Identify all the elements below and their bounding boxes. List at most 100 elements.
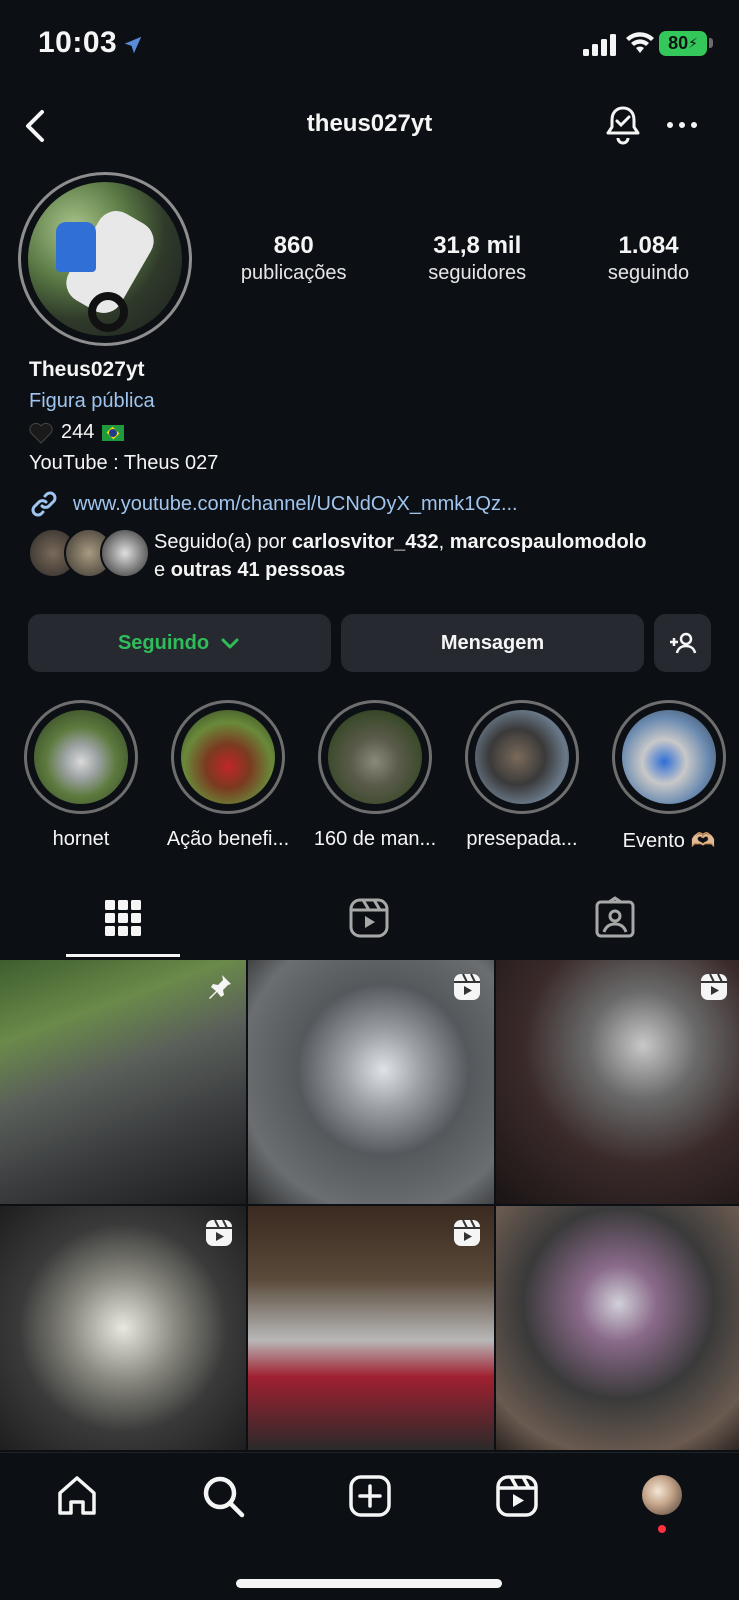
black-heart-icon: [29, 422, 53, 444]
home-icon[interactable]: [54, 1473, 100, 1519]
create-icon[interactable]: [347, 1473, 393, 1519]
profile-stats: 860 publicações 31,8 mil seguidores 1.08…: [200, 232, 730, 285]
add-person-icon: [669, 632, 696, 654]
highlight-item[interactable]: Ação benefi...: [155, 700, 301, 851]
stat-label: seguidores: [428, 262, 527, 284]
highlight-item[interactable]: presepada...: [449, 700, 595, 851]
highlight-image: [622, 710, 716, 804]
followed-by[interactable]: Seguido(a) por carlosvitor_432, marcospa…: [28, 528, 718, 588]
highlight-ring: [24, 700, 138, 814]
bio-link[interactable]: www.youtube.com/channel/UCNdOyX_mmk1Qz..…: [29, 489, 719, 519]
charging-icon: ⚡: [688, 35, 698, 51]
stat-value: 1.084: [618, 232, 679, 259]
highlight-label: hornet: [52, 828, 110, 850]
battery-level: 80: [668, 33, 689, 53]
highlight-ring: [465, 700, 579, 814]
profile-nav-avatar[interactable]: [640, 1473, 684, 1517]
mutual-user-1: carlosvitor_432: [291, 531, 439, 553]
highlight-item[interactable]: Evento 🫶🏼: [596, 700, 739, 853]
reels-nav-icon[interactable]: [494, 1473, 540, 1519]
chevron-down-icon: [221, 638, 239, 649]
post-thumbnail[interactable]: [0, 960, 246, 1204]
mutual-avatar: [100, 528, 150, 578]
highlight-image: [328, 710, 422, 804]
more-horizontal-icon[interactable]: [665, 112, 699, 138]
reels-icon[interactable]: [347, 896, 391, 940]
wifi-icon: [626, 32, 654, 53]
post-thumbnail[interactable]: [0, 1206, 246, 1450]
avatar-rider: [56, 222, 96, 272]
stat-posts[interactable]: 860 publicações: [241, 232, 347, 285]
followed-and: e: [154, 559, 171, 581]
active-tab-indicator: [66, 954, 180, 957]
highlight-label: Ação benefi...: [166, 828, 290, 850]
post-thumbnail[interactable]: [496, 960, 739, 1204]
suggest-users-button[interactable]: [654, 614, 711, 672]
grid-icon[interactable]: [101, 896, 145, 940]
location-icon: [124, 36, 142, 54]
stat-label: publicações: [240, 262, 347, 284]
highlight-image: [181, 710, 275, 804]
reel-badge-icon: [701, 973, 727, 1000]
reel-badge-icon: [454, 973, 480, 1000]
avatar-wheel: [88, 292, 128, 332]
profile-header: theus027yt: [0, 100, 739, 152]
highlight-image: [34, 710, 128, 804]
notification-dot: [658, 1525, 666, 1533]
mutual-user-2: marcospaulomodolo: [449, 531, 647, 553]
avatar-image: [28, 182, 182, 336]
stat-followers[interactable]: 31,8 mil seguidores: [428, 232, 526, 285]
highlight-label: 160 de man...: [313, 828, 437, 850]
mutual-avatars: [28, 528, 150, 580]
stat-following[interactable]: 1.084 seguindo: [608, 232, 689, 285]
profile-bio: Theus027yt Figura pública 244 YouTube : …: [29, 358, 719, 519]
home-indicator: [236, 1579, 502, 1588]
highlight-ring: [318, 700, 432, 814]
profile-tabs: [0, 880, 739, 958]
status-bar: 10:03 80 ⚡: [0, 0, 739, 90]
mutual-others: outras 41 pessoas: [170, 559, 346, 581]
link-icon: [31, 491, 57, 517]
display-name: Theus027yt: [29, 358, 145, 381]
following-button[interactable]: Seguindo: [28, 614, 331, 672]
reel-badge-icon: [206, 1219, 232, 1246]
following-label: Seguindo: [117, 631, 210, 654]
profile-avatar[interactable]: [18, 172, 192, 346]
status-time: 10:03: [38, 26, 118, 59]
reel-badge-icon: [454, 1219, 480, 1246]
message-label: Mensagem: [440, 631, 545, 654]
posts-grid: [0, 960, 739, 1450]
category-label[interactable]: Figura pública: [29, 390, 719, 413]
pin-icon: [209, 975, 231, 999]
link-text: www.youtube.com/channel/UCNdOyX_mmk1Qz..…: [73, 492, 518, 515]
battery-cap: [709, 38, 713, 48]
bio-number: 244: [61, 421, 95, 443]
highlight-item[interactable]: hornet: [8, 700, 154, 851]
stat-label: seguindo: [607, 262, 690, 284]
highlight-item[interactable]: 160 de man...: [302, 700, 448, 851]
highlight-ring: [171, 700, 285, 814]
message-button[interactable]: Mensagem: [341, 614, 644, 672]
bio-line-1: 244: [29, 421, 719, 444]
search-icon[interactable]: [200, 1473, 246, 1519]
followed-prefix: Seguido(a) por: [154, 531, 292, 553]
brazil-flag-icon: [102, 424, 125, 441]
highlight-ring: [612, 700, 726, 814]
signal-icon: [583, 34, 616, 56]
story-highlights: hornet Ação benefi... 160 de man... pres…: [0, 700, 739, 860]
bio-line-2: YouTube : Theus 027: [29, 452, 219, 474]
profile-actions: Seguindo Mensagem: [28, 614, 711, 672]
tagged-icon[interactable]: [593, 896, 637, 940]
followed-by-text: Seguido(a) por carlosvitor_432, marcospa…: [154, 528, 646, 584]
followed-separator: ,: [438, 531, 450, 553]
bell-check-icon[interactable]: [603, 104, 643, 146]
bottom-navigation: [0, 1452, 739, 1600]
battery-indicator: 80 ⚡: [659, 31, 707, 56]
highlight-image: [475, 710, 569, 804]
stat-value: 31,8 mil: [433, 232, 522, 259]
post-thumbnail[interactable]: [248, 960, 494, 1204]
stat-value: 860: [273, 232, 314, 259]
post-thumbnail[interactable]: [496, 1206, 739, 1450]
post-thumbnail[interactable]: [248, 1206, 494, 1450]
highlight-label: Evento 🫶🏼: [622, 830, 716, 852]
